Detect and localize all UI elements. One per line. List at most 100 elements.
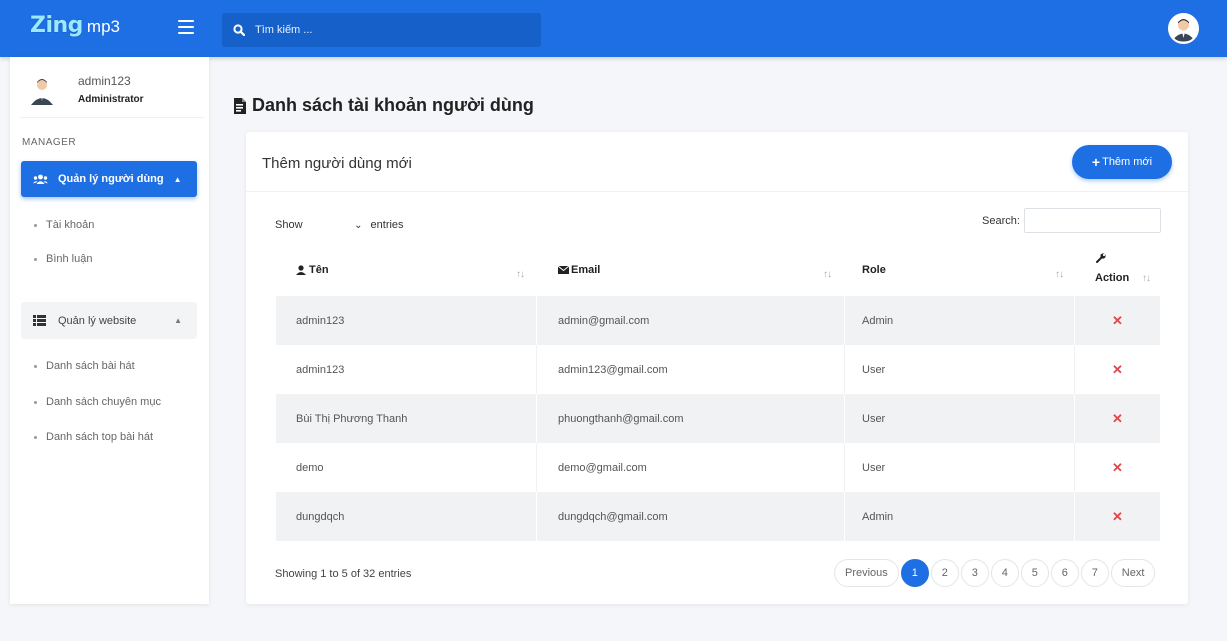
table-row: admin123 admin123@gmail.com User ✕	[276, 345, 1160, 394]
table-search-input[interactable]	[1024, 208, 1161, 233]
cell-email: dungdqch@gmail.com	[558, 510, 668, 523]
sidebar-item-categories[interactable]: Danh sách chuyên mục	[34, 396, 161, 408]
search-icon	[233, 24, 245, 36]
sidebar-user-panel: admin123 Administrator	[20, 68, 204, 118]
chevron-down-icon: ⌄	[354, 219, 363, 231]
page-button[interactable]: 2	[930, 559, 959, 587]
cell-name: demo	[296, 461, 324, 474]
cell-email: admin@gmail.com	[558, 314, 650, 327]
cell-email: demo@gmail.com	[558, 461, 647, 474]
sidebar-item-label: Danh sách top bài hát	[46, 431, 154, 443]
users-table: Tên ↑↓ Email ↑↓ Role ↑↓ Action ↑↓ admin1…	[276, 244, 1160, 541]
page-button[interactable]: 1	[900, 559, 929, 587]
cell-name: admin123	[296, 314, 345, 327]
show-label: Show	[275, 219, 303, 231]
chevron-up-icon: ▲	[174, 316, 182, 325]
search-input[interactable]	[255, 24, 505, 36]
sidebar-item-songs[interactable]: Danh sách bài hát	[34, 360, 135, 372]
menu-toggle-icon[interactable]	[178, 20, 194, 34]
list-icon	[33, 315, 46, 326]
sidebar-item-user-management[interactable]: Quản lý người dùng ▲	[21, 161, 197, 197]
page-button[interactable]: 7	[1080, 559, 1109, 587]
sidebar-item-label: Tài khoản	[46, 219, 95, 231]
sidebar-item-label: Danh sách bài hát	[46, 360, 135, 372]
user-avatar-icon	[31, 79, 53, 105]
chevron-up-icon: ▲	[173, 174, 182, 184]
sort-icon: ↑↓	[1055, 269, 1064, 280]
card-header: Thêm người dùng mới + Thêm mới	[246, 132, 1188, 192]
card-title: Thêm người dùng mới	[262, 155, 412, 172]
sidebar-item-label: Bình luận	[46, 253, 93, 265]
bullet-icon	[34, 435, 37, 439]
page-button[interactable]: 4	[990, 559, 1019, 587]
search-bar	[222, 13, 541, 47]
brand-logo-suffix: mp3	[86, 17, 120, 36]
delete-icon[interactable]: ✕	[1112, 296, 1123, 345]
delete-icon[interactable]: ✕	[1112, 345, 1123, 394]
document-icon	[234, 97, 246, 114]
cell-role: Admin	[862, 314, 894, 327]
entries-label: entries	[370, 219, 404, 231]
sidebar-item-top-songs[interactable]: Danh sách top bài hát	[34, 431, 153, 443]
top-navbar: Zing mp3	[0, 0, 1227, 57]
cell-role: Admin	[862, 510, 894, 523]
entries-length-control: Show ⌄ entries	[275, 214, 404, 236]
sidebar-item-label: Quản lý website	[58, 314, 137, 327]
cell-email: admin123@gmail.com	[558, 363, 668, 376]
column-header-role[interactable]: Role ↑↓	[844, 244, 1074, 296]
cell-role: User	[862, 363, 886, 376]
cell-name: admin123	[296, 363, 345, 376]
add-user-button-label: Thêm mới	[1102, 156, 1153, 168]
table-row: demo demo@gmail.com User ✕	[276, 443, 1160, 492]
users-icon	[33, 174, 48, 184]
column-header-action[interactable]: Action ↑↓	[1074, 244, 1160, 296]
cell-name: dungdqch	[296, 510, 345, 523]
previous-button[interactable]: Previous	[834, 559, 899, 587]
sort-icon: ↑↓	[823, 269, 832, 280]
table-header: Tên ↑↓ Email ↑↓ Role ↑↓ Action ↑↓	[276, 244, 1160, 296]
column-header-name[interactable]: Tên ↑↓	[276, 244, 536, 296]
table-search-label: Search:	[982, 215, 1020, 227]
cell-role: User	[862, 412, 886, 425]
next-button[interactable]: Next	[1110, 559, 1156, 587]
table-row: admin123 admin@gmail.com Admin ✕	[276, 296, 1160, 345]
delete-icon[interactable]: ✕	[1112, 492, 1123, 541]
plus-icon: +	[1091, 154, 1101, 170]
delete-icon[interactable]: ✕	[1112, 443, 1123, 492]
bullet-icon	[34, 400, 37, 404]
user-role: Administrator	[78, 94, 144, 105]
cell-email: phuongthanh@gmail.com	[558, 412, 684, 425]
page-button[interactable]: 3	[960, 559, 989, 587]
table-info: Showing 1 to 5 of 32 entries	[275, 568, 412, 580]
sidebar-section-title: MANAGER	[22, 137, 77, 148]
table-row: Bùi Thị Phương Thanh phuongthanh@gmail.c…	[276, 394, 1160, 443]
brand-logo-text: Zing	[30, 13, 83, 38]
bullet-icon	[34, 223, 37, 227]
sidebar-item-label: Danh sách chuyên mục	[46, 396, 161, 408]
table-row: dungdqch dungdqch@gmail.com Admin ✕	[276, 492, 1160, 541]
column-header-email[interactable]: Email ↑↓	[536, 244, 844, 296]
pagination: Previous 1 2 3 4 5 6 7 Next	[834, 559, 1157, 587]
add-user-button[interactable]: + Thêm mới	[1072, 145, 1172, 179]
entries-select[interactable]: ⌄	[307, 214, 367, 236]
user-icon	[296, 265, 306, 275]
sidebar-item-website-management[interactable]: Quản lý website ▲	[21, 302, 197, 339]
user-name: admin123	[78, 74, 131, 88]
page-button[interactable]: 5	[1020, 559, 1049, 587]
page-title: Danh sách tài khoản người dùng	[233, 95, 534, 116]
page-button[interactable]: 6	[1050, 559, 1079, 587]
sidebar-item-accounts[interactable]: Tài khoản	[34, 219, 94, 231]
sort-icon: ↑↓	[1142, 273, 1151, 284]
page-title-text: Danh sách tài khoản người dùng	[252, 95, 534, 115]
brand-logo[interactable]: Zing mp3	[30, 13, 120, 38]
avatar[interactable]	[1168, 13, 1199, 44]
sidebar-item-label: Quản lý người dùng	[58, 173, 164, 185]
delete-icon[interactable]: ✕	[1112, 394, 1123, 443]
sidebar-item-comments[interactable]: Bình luận	[34, 253, 92, 265]
envelope-icon	[558, 266, 569, 274]
sort-icon: ↑↓	[516, 269, 525, 280]
cell-name: Bùi Thị Phương Thanh	[296, 412, 408, 425]
bullet-icon	[34, 257, 37, 261]
bullet-icon	[34, 364, 37, 368]
wrench-icon	[1096, 253, 1106, 263]
